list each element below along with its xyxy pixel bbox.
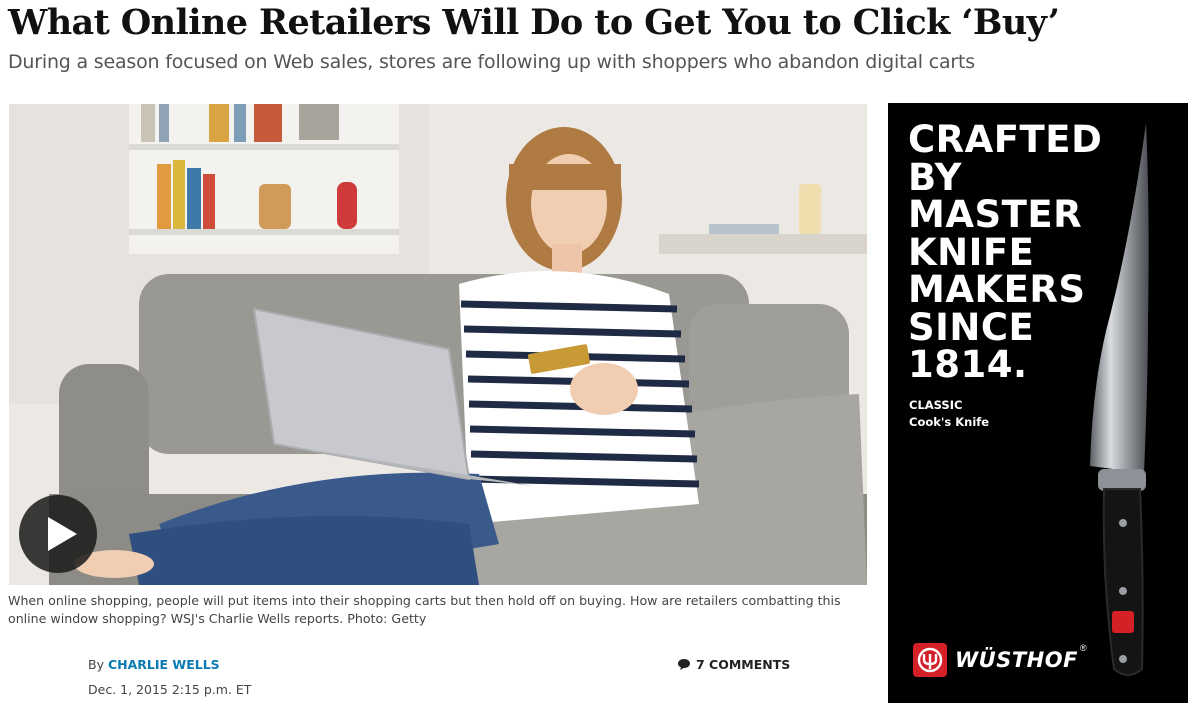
ad-headline-line: 1814. [908,343,1028,386]
play-button[interactable] [19,495,97,573]
video-player[interactable] [9,104,867,585]
comments-count-label: 7 COMMENTS [696,657,791,672]
ad-brand-name: WÜSTHOF [955,648,1078,672]
ad-product-line: CLASSIC [909,398,963,412]
ad-headline-line: BY [908,155,962,199]
ad-headline-line: SINCE [908,305,1035,349]
video-thumbnail-image [9,104,867,585]
ad-headline-line: KNIFE [908,230,1035,274]
wusthof-logo: WÜSTHOF ® [913,643,1087,677]
trademark-symbol: ® [1079,643,1087,653]
byline-prefix: By [88,657,104,672]
publish-timestamp: Dec. 1, 2015 2:15 p.m. ET [88,682,252,697]
ad-headline-line: MAKERS [908,268,1086,311]
play-icon [48,517,77,551]
author-link[interactable]: CHARLIE WELLS [108,657,220,672]
video-caption: When online shopping, people will put it… [8,593,841,626]
ad-product-line: Cook's Knife [909,415,990,429]
ad-headline-line: MASTER [908,193,1083,236]
wusthof-trident-icon [913,643,947,677]
ad-headline: CRAFTED BY MASTER KNIFE MAKERS SINCE 181… [908,121,1102,384]
comment-bubble-icon [678,659,690,670]
article-dek: During a season focused on Web sales, st… [8,51,975,73]
wusthof-advertisement[interactable]: CRAFTED BY MASTER KNIFE MAKERS SINCE 181… [888,103,1188,703]
byline: By CHARLIE WELLS [88,657,220,672]
comments-link[interactable]: 7 COMMENTS [677,657,790,672]
article-headline: What Online Retailers Will Do to Get You… [8,2,1060,43]
ad-headline-line: CRAFTED [908,118,1103,161]
ad-product-name: CLASSIC Cook's Knife [909,397,989,431]
